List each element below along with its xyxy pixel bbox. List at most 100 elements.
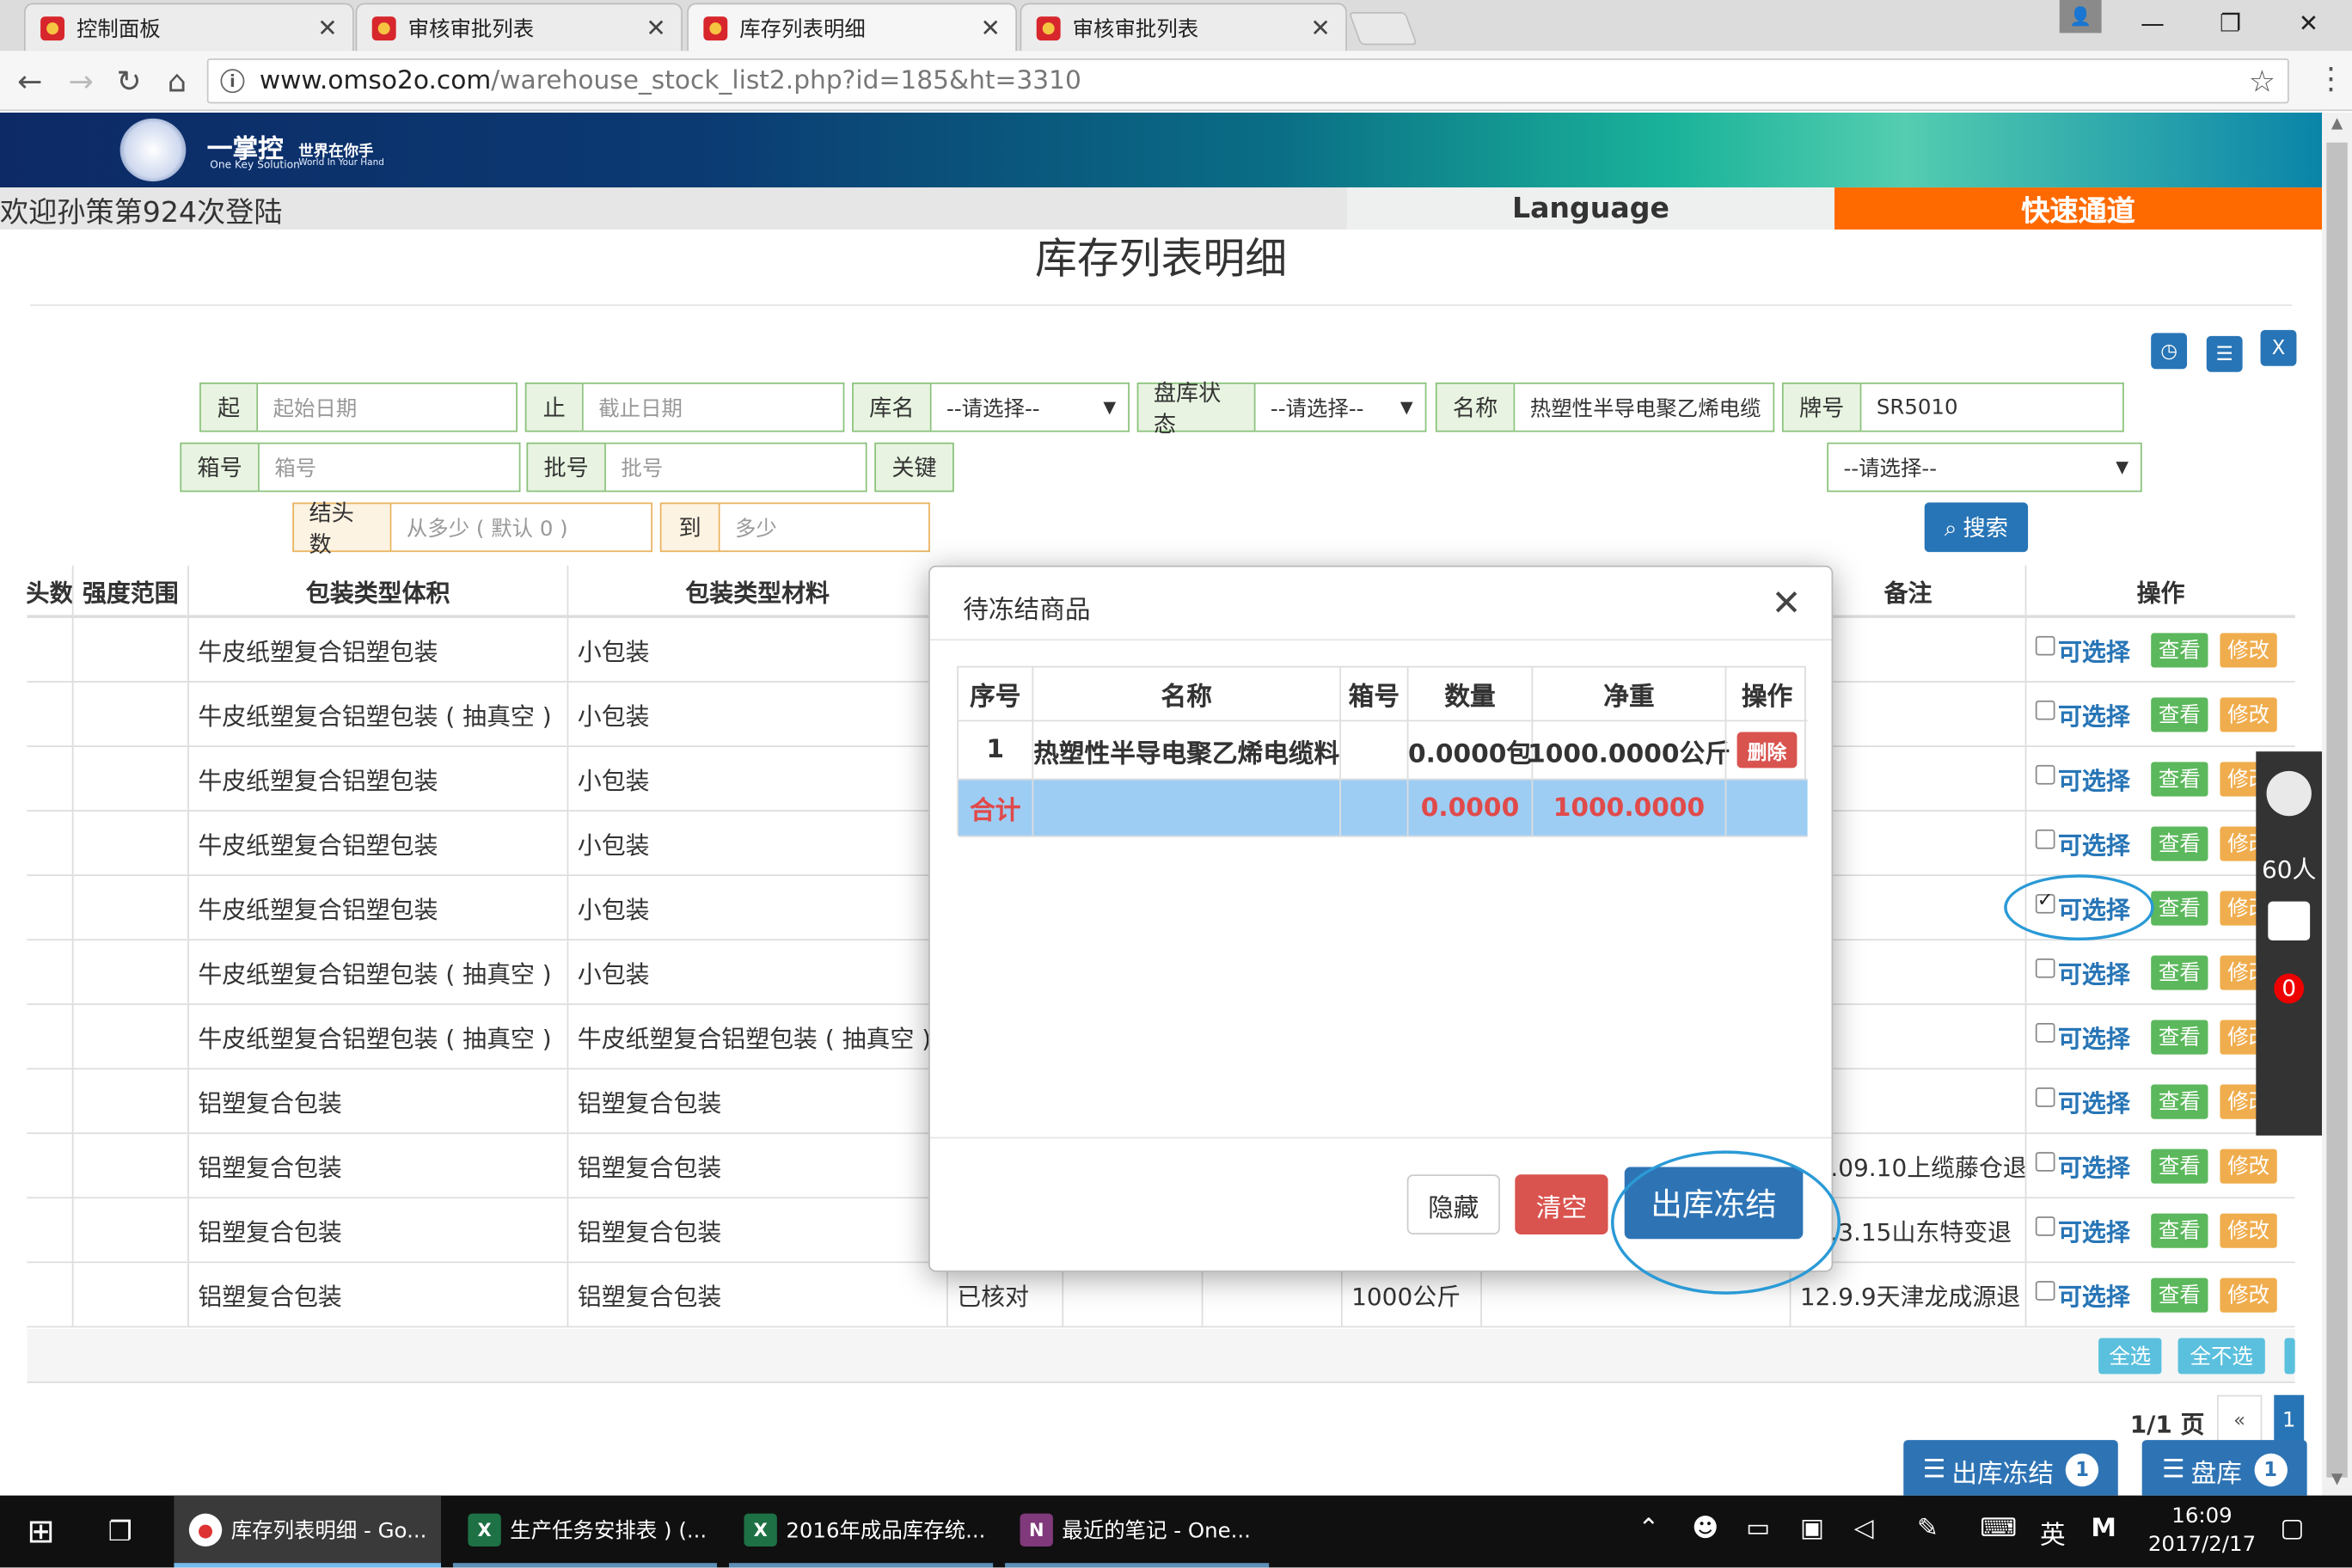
row-select-label[interactable]: 可选择 [2058,1277,2130,1313]
browser-tab-3-active[interactable]: 库存列表明细 ✕ [687,3,1018,52]
row-select-label[interactable]: 可选择 [2058,761,2130,797]
ime-mode-icon[interactable]: M [2091,1514,2116,1544]
float-freeze-button[interactable]: ☰ 出库冻结 1 [1903,1440,2118,1496]
browser-menu-icon[interactable]: ⋮ [2316,60,2346,96]
row-select-label[interactable]: 可选择 [2058,1212,2130,1248]
minimize-icon[interactable]: — [2115,0,2190,45]
edit-button[interactable]: 修改 [2220,632,2277,667]
view-button[interactable]: 查看 [2151,825,2208,861]
row-select-checkbox[interactable] [2035,699,2055,720]
ends-from-input[interactable]: 从多少 ( 默认 0 ) [391,502,653,553]
row-select-checkbox[interactable] [2035,1280,2055,1300]
taskbar-item-excel-2[interactable]: X 2016年成品库存统... [729,1496,994,1568]
ends-to-input[interactable]: 多少 [720,502,930,553]
close-window-icon[interactable]: ✕ [2271,0,2346,45]
view-button[interactable]: 查看 [2151,1148,2208,1183]
page-scrollbar[interactable]: ▲ ▼ [2322,112,2352,1496]
restore-icon[interactable]: ❐ [2193,0,2268,45]
row-select-label[interactable]: 可选择 [2058,632,2130,668]
battery-icon[interactable]: ▭ [1746,1514,1770,1544]
row-select-label[interactable]: 可选择 [2058,1083,2130,1119]
search-button[interactable]: ⌕ 搜索 [1924,502,2029,553]
forward-icon[interactable]: → [60,60,102,102]
keyboard-icon[interactable]: ⌨ [1980,1514,2017,1544]
batch-input[interactable]: 批号 [605,442,867,493]
view-button[interactable]: 查看 [2151,632,2208,667]
view-button[interactable]: 查看 [2151,890,2208,925]
taskbar-item-excel-1[interactable]: X 生产任务安排表 ) (... [452,1496,718,1568]
site-info-icon[interactable]: i [220,69,245,94]
tray-expand-icon[interactable]: ⌃ [1638,1514,1659,1544]
edit-button[interactable]: 修改 [2220,1212,2277,1247]
row-select-label[interactable]: 可选择 [2058,1019,2130,1055]
scrollbar-thumb[interactable] [2326,142,2348,1478]
tray-qq-icon[interactable]: ☻ [1692,1514,1718,1544]
chat-icon[interactable] [2268,901,2311,941]
option-select[interactable]: --请选择-- ▼ [1827,442,2142,493]
reload-icon[interactable]: ↻ [108,60,150,102]
volume-icon[interactable]: ◁ [1854,1514,1874,1544]
excel-export-icon[interactable]: X [2260,329,2297,366]
tab-close-icon[interactable]: ✕ [1310,14,1330,42]
tab-close-icon[interactable]: ✕ [646,14,665,42]
end-date-input[interactable]: 截止日期 [583,382,845,432]
row-select-checkbox[interactable] [2035,634,2055,655]
row-select-checkbox[interactable] [2035,764,2055,784]
box-input[interactable]: 箱号 [259,442,521,493]
taskbar-item-onenote[interactable]: N 最近的笔记 - One... [1005,1496,1270,1568]
language-button[interactable]: Language [1346,187,1835,230]
view-button[interactable]: 查看 [2151,1212,2208,1247]
bookmark-star-icon[interactable]: ☆ [2249,63,2275,99]
view-button[interactable]: 查看 [2151,1083,2208,1118]
deselect-all-button[interactable]: 全不选 [2177,1338,2265,1375]
profile-icon[interactable]: 👤 [2059,0,2102,34]
view-button[interactable]: 查看 [2151,696,2208,732]
row-select-label[interactable]: 可选择 [2058,1148,2130,1184]
tab-close-icon[interactable]: ✕ [980,14,1000,42]
edit-button[interactable]: 修改 [2220,696,2277,732]
stock-status-select[interactable]: --请选择-- ▼ [1255,382,1427,432]
edit-button[interactable]: 修改 [2220,1277,2277,1312]
scroll-up-icon[interactable]: ▲ [2322,115,2352,139]
brand-input[interactable]: SR5010 [1861,382,2124,432]
row-select-label[interactable]: 可选择 [2058,825,2130,861]
row-select-checkbox[interactable] [2035,829,2055,848]
system-clock[interactable]: 16:09 2017/2/17 [2130,1503,2275,1559]
view-button[interactable]: 查看 [2151,1277,2208,1312]
taskbar-item-chrome[interactable]: ● 库存列表明细 - Go... [174,1495,442,1568]
warehouse-select[interactable]: --请选择-- ▼ [931,382,1130,432]
windows-start-icon[interactable]: ⊞ [12,1496,72,1568]
prev-page-button[interactable]: « [2216,1394,2263,1447]
user-avatar-icon[interactable] [2266,770,2312,817]
home-icon[interactable]: ⌂ [156,60,198,102]
view-button[interactable]: 查看 [2151,1019,2208,1054]
start-date-input[interactable]: 起始日期 [258,382,518,432]
scroll-down-icon[interactable]: ▼ [2322,1472,2352,1496]
delete-item-button[interactable]: 删除 [1736,732,1798,769]
row-select-checkbox[interactable] [2035,1022,2055,1042]
row-select-checkbox[interactable] [2035,1151,2055,1171]
view-button[interactable]: 查看 [2151,954,2208,989]
network-icon[interactable]: ▣ [1800,1514,1824,1544]
name-input[interactable]: 热塑性半导电聚乙烯电缆 [1515,382,1775,432]
clear-button[interactable]: 清空 [1515,1174,1608,1235]
close-icon[interactable]: ✕ [1772,582,1802,624]
ime-indicator[interactable]: 英 [2040,1514,2066,1551]
row-select-checkbox[interactable] [2035,1087,2055,1106]
more-action-button[interactable] [2284,1338,2295,1375]
list-icon[interactable]: ☰ [2206,335,2243,372]
hide-button[interactable]: 隐藏 [1406,1174,1500,1235]
row-select-label[interactable]: 可选择 [2058,696,2130,732]
row-select-label[interactable]: 可选择 [2058,954,2130,990]
float-stock-button[interactable]: ☰ 盘库 1 [2141,1440,2307,1496]
page-1-button[interactable]: 1 [2274,1394,2305,1447]
address-bar[interactable]: i www.omso2o.com/warehouse_stock_list2.p… [206,58,2289,104]
quick-access-button[interactable]: 快速通道 [1834,187,2323,230]
history-icon[interactable]: ◷ [2151,333,2188,370]
edit-button[interactable]: 修改 [2220,1148,2277,1183]
select-all-button[interactable]: 全选 [2098,1338,2162,1375]
row-select-checkbox[interactable] [2035,958,2055,977]
tab-close-icon[interactable]: ✕ [317,14,337,42]
browser-tab-1[interactable]: 控制面板 ✕ [23,3,354,52]
back-icon[interactable]: ← [9,60,51,102]
